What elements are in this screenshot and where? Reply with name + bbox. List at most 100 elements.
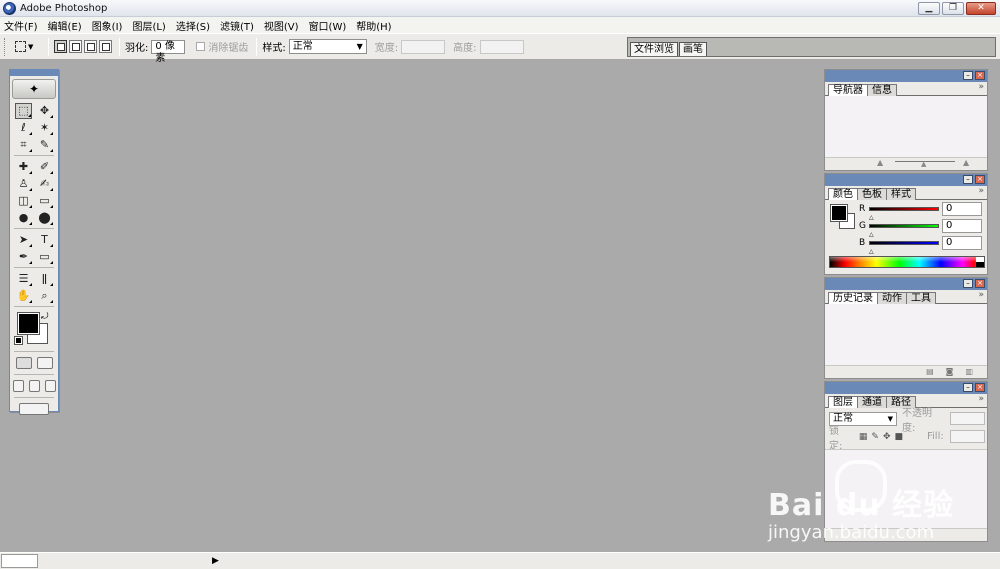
lock-transparency-icon[interactable]: ▦ [859, 432, 868, 442]
close-icon[interactable]: × [975, 383, 985, 392]
lock-position-icon[interactable]: ✥ [883, 432, 891, 442]
new-document-icon[interactable]: ▤ [926, 367, 934, 376]
green-slider[interactable] [869, 224, 939, 228]
foreground-color-swatch[interactable] [830, 204, 848, 222]
menu-window[interactable]: 窗口(W) [309, 18, 347, 33]
blue-slider-thumb[interactable]: △ [869, 248, 874, 255]
history-brush-tool-icon[interactable]: ✍ [36, 176, 53, 192]
zoom-field[interactable] [1, 554, 38, 568]
antialias-checkbox[interactable] [196, 42, 206, 51]
tab-layers[interactable]: 图层 [828, 396, 858, 408]
panel-menu-icon[interactable]: » [978, 394, 984, 404]
new-selection-button[interactable] [54, 40, 67, 53]
panel-menu-icon[interactable]: » [978, 82, 984, 92]
lock-paint-icon[interactable]: ✎ [871, 432, 879, 442]
trash-icon[interactable]: ▥ [965, 367, 973, 376]
menu-file[interactable]: 文件(F) [4, 18, 38, 33]
panel-titlebar[interactable]: – × [825, 382, 987, 394]
layers-list[interactable] [825, 449, 987, 528]
menu-help[interactable]: 帮助(H) [356, 18, 391, 33]
panel-menu-icon[interactable]: » [978, 290, 984, 300]
foreground-color-swatch[interactable] [17, 312, 40, 335]
minimize-icon[interactable]: – [963, 71, 973, 80]
close-icon[interactable]: × [975, 71, 985, 80]
minimize-icon[interactable]: – [963, 175, 973, 184]
quick-mask-button[interactable] [36, 357, 53, 369]
file-browser-tab[interactable]: 文件浏览 [630, 42, 678, 56]
lock-all-icon[interactable]: ■ [894, 432, 903, 442]
green-value-input[interactable]: 0 [942, 219, 982, 233]
height-input[interactable] [479, 39, 524, 54]
crop-tool-icon[interactable]: ⌗ [15, 137, 32, 153]
minimize-icon[interactable]: – [963, 383, 973, 392]
eyedropper-tool-icon[interactable]: ǁ [36, 271, 53, 287]
close-icon[interactable]: × [975, 175, 985, 184]
history-list[interactable] [825, 304, 987, 365]
zoom-in-icon[interactable]: ▲ [963, 158, 969, 167]
slice-tool-icon[interactable]: ✎ [36, 137, 53, 153]
style-select[interactable]: 正常 ▼ [288, 39, 367, 54]
tab-swatches[interactable]: 色板 [857, 188, 887, 200]
tab-actions[interactable]: 动作 [877, 292, 907, 304]
magic-wand-tool-icon[interactable]: ✶ [36, 120, 53, 136]
healing-brush-tool-icon[interactable]: ✚ [15, 159, 32, 175]
menu-edit[interactable]: 编辑(E) [48, 18, 82, 33]
panel-titlebar[interactable]: – × [825, 278, 987, 290]
opacity-input[interactable] [950, 412, 985, 425]
gradient-tool-icon[interactable]: ▭ [36, 193, 53, 209]
tab-info[interactable]: 信息 [867, 84, 897, 96]
fill-input[interactable] [949, 430, 985, 443]
swap-colors-icon[interactable]: ⤾ [41, 312, 49, 322]
notes-tool-icon[interactable]: ☰ [15, 271, 32, 287]
type-tool-icon[interactable]: T [36, 232, 53, 248]
lasso-tool-icon[interactable]: ℓ [15, 120, 32, 136]
marquee-tool-icon[interactable]: ⬚ [15, 102, 32, 119]
brush-tool-icon[interactable]: ✐ [36, 159, 53, 175]
full-screen-button[interactable] [44, 380, 56, 392]
red-slider[interactable] [869, 207, 939, 211]
full-screen-menu-button[interactable] [28, 380, 40, 392]
path-selection-tool-icon[interactable]: ➤ [15, 232, 32, 248]
color-ramp[interactable] [829, 256, 985, 268]
menu-view[interactable]: 视图(V) [264, 18, 299, 33]
zoom-tool-icon[interactable]: ⌕ [36, 288, 53, 304]
menu-image[interactable]: 图象(I) [92, 18, 123, 33]
tab-tool-presets[interactable]: 工具 [906, 292, 936, 304]
menu-select[interactable]: 选择(S) [176, 18, 210, 33]
clone-stamp-tool-icon[interactable]: ♙ [15, 176, 32, 192]
tab-color[interactable]: 颜色 [828, 188, 858, 200]
new-snapshot-icon[interactable]: ◙ [946, 367, 954, 376]
menu-filter[interactable]: 滤镜(T) [220, 18, 254, 33]
shape-tool-icon[interactable]: ▭ [36, 249, 53, 265]
standard-screen-button[interactable] [12, 380, 24, 392]
blur-tool-icon[interactable]: ● [15, 210, 32, 226]
panel-menu-icon[interactable]: » [978, 186, 984, 196]
options-grip[interactable] [4, 37, 7, 56]
jump-to-imageready-button[interactable] [19, 403, 49, 415]
subtract-selection-button[interactable] [84, 40, 97, 53]
red-value-input[interactable]: 0 [942, 202, 982, 216]
minimize-icon[interactable]: – [963, 279, 973, 288]
blue-slider[interactable] [869, 241, 939, 245]
move-tool-icon[interactable]: ✥ [36, 103, 53, 119]
dodge-tool-icon[interactable]: ⬤ [36, 210, 53, 226]
feather-input[interactable]: 0 像素 [151, 39, 186, 64]
tab-styles[interactable]: 样式 [886, 188, 916, 200]
minimize-button[interactable]: ▁ [918, 2, 940, 15]
zoom-out-icon[interactable]: ▲ [877, 158, 883, 167]
standard-mode-button[interactable] [15, 357, 32, 369]
adobe-online-icon[interactable]: ✦ [12, 79, 56, 99]
tab-navigator[interactable]: 导航器 [828, 84, 868, 96]
brushes-tab[interactable]: 画笔 [679, 42, 707, 56]
pen-tool-icon[interactable]: ✒ [15, 249, 32, 265]
zoom-slider-thumb[interactable]: ▲ [921, 160, 926, 168]
menu-layer[interactable]: 图层(L) [132, 18, 165, 33]
blue-value-input[interactable]: 0 [942, 236, 982, 250]
toolbox-titlebar[interactable] [10, 70, 58, 76]
width-input[interactable] [401, 39, 446, 54]
eraser-tool-icon[interactable]: ◫ [15, 193, 32, 209]
photoshop-app-icon[interactable] [3, 1, 16, 15]
tool-preset-picker[interactable]: ▼ [15, 38, 43, 56]
close-icon[interactable]: × [975, 279, 985, 288]
default-colors-icon[interactable] [14, 336, 23, 345]
